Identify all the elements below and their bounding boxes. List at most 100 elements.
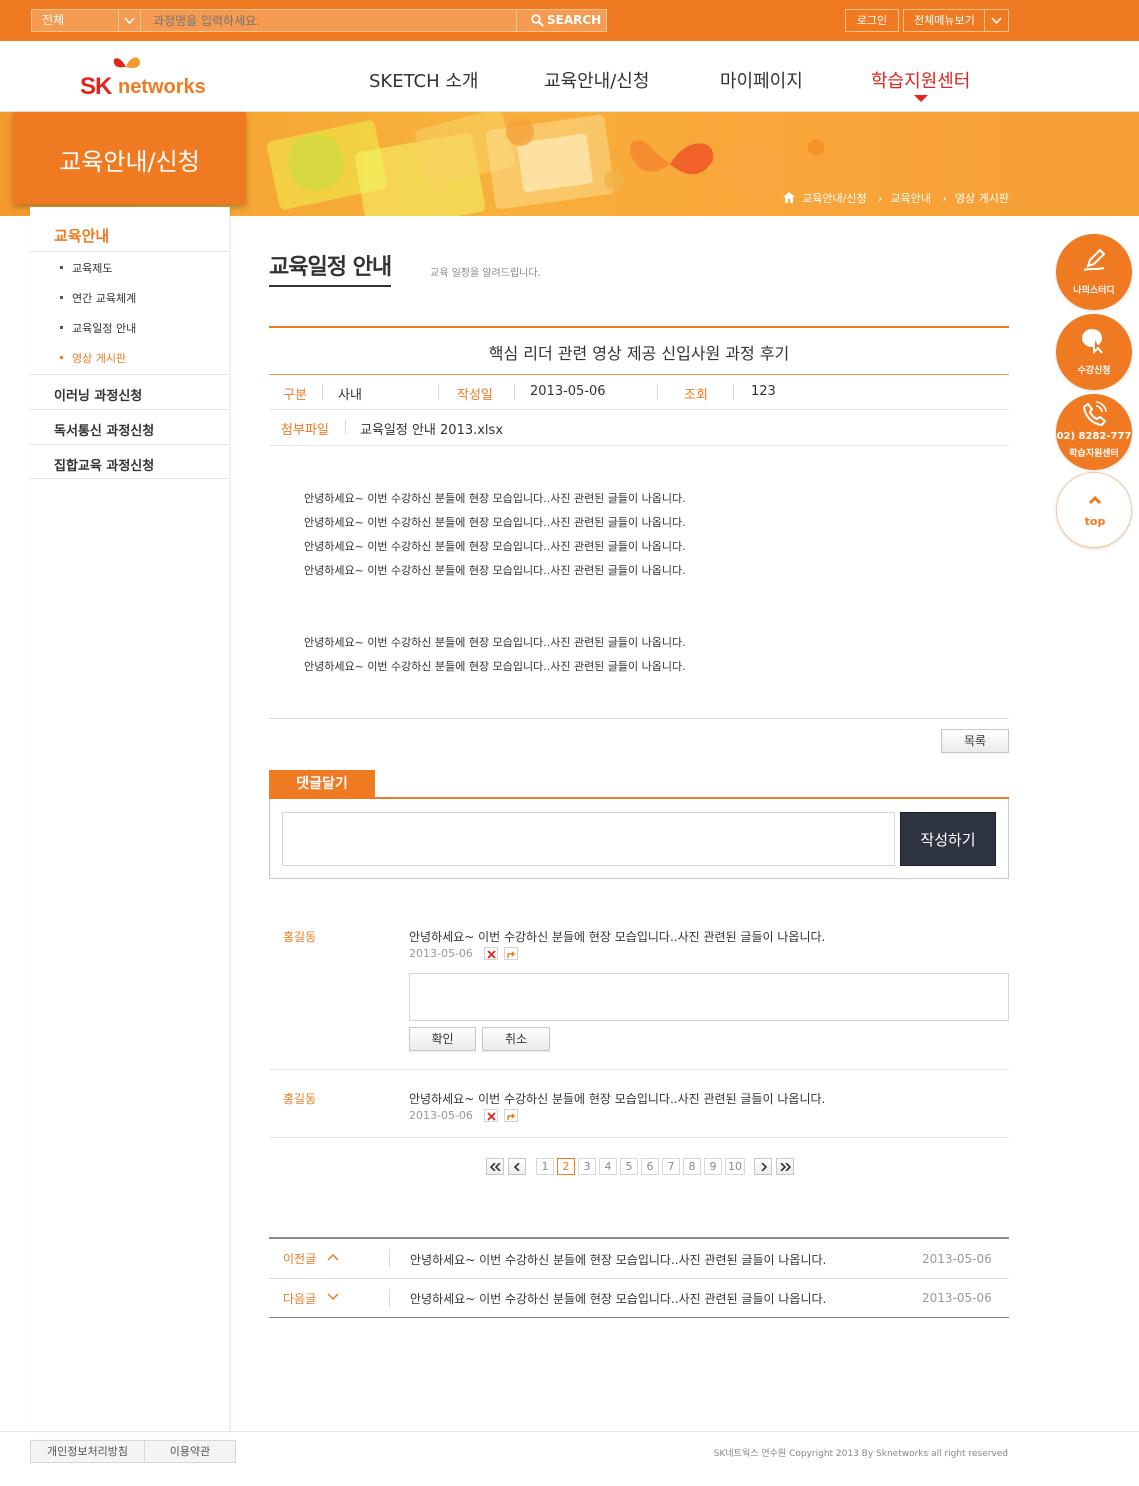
page-link[interactable]: 3 — [578, 1158, 596, 1175]
quick-apply[interactable]: 수강신청 — [1056, 314, 1132, 390]
quick-support-center[interactable]: 02) 8282-777 학습지원센터 — [1056, 394, 1132, 470]
reply-tab[interactable]: 댓글달기 — [269, 770, 375, 798]
next-post-label[interactable]: 다음글 — [283, 1290, 339, 1307]
terms-link[interactable]: 이용약관 — [145, 1440, 236, 1463]
pencil-icon — [1083, 248, 1106, 271]
sidebar-item-reading[interactable]: 독서통신 과정신청 — [30, 409, 230, 444]
sidebar-subitem[interactable]: 교육제도 — [60, 260, 112, 276]
comment-reply-textarea[interactable] — [409, 973, 1009, 1021]
section-title: 교육안내/신청 — [59, 148, 200, 176]
next-post-date: 2013-05-06 — [922, 1291, 992, 1305]
page-link[interactable]: 6 — [641, 1158, 659, 1175]
chevron-down-icon — [984, 10, 1008, 31]
first-page-icon[interactable] — [486, 1158, 504, 1175]
butterfly-logo-icon — [113, 57, 140, 69]
delete-icon[interactable] — [484, 1109, 498, 1122]
adjacent-divider — [389, 1289, 390, 1307]
confirm-button[interactable]: 확인 — [409, 1027, 476, 1051]
sidebar-item-group-education[interactable]: 집합교육 과정신청 — [30, 444, 230, 479]
prev-post-link[interactable]: 안녕하세요~ 이번 수강하신 분들에 현장 모습입니다..사진 관련된 글들이 … — [410, 1251, 826, 1268]
category-value: 사내 — [338, 388, 362, 403]
last-page-icon[interactable] — [776, 1158, 794, 1175]
post-body-line: 안녕하세요~ 이번 수강하신 분들에 현장 모습입니다..사진 관련된 글들이 … — [304, 492, 686, 505]
chevron-up-icon — [1088, 495, 1102, 505]
post-divider — [269, 445, 1009, 446]
reply-icon[interactable] — [504, 1109, 518, 1122]
comment-divider — [269, 1069, 1009, 1070]
page-link[interactable]: 10 — [725, 1158, 745, 1175]
nav-item-learning-center[interactable]: 학습지원센터 — [871, 67, 970, 102]
page-link[interactable]: 8 — [683, 1158, 701, 1175]
quick-my-study-label: 나의스터디 — [1073, 286, 1115, 296]
quick-apply-label: 수강신청 — [1077, 366, 1111, 376]
breadcrumb: 교육안내/신청 › 교육안내 › 영상 게시판 — [782, 190, 1009, 206]
privacy-policy-link[interactable]: 개인정보처리방침 — [30, 1440, 145, 1463]
nav-item-sketch[interactable]: SKETCH 소개 — [369, 67, 479, 93]
chevron-up-icon — [327, 1253, 339, 1261]
post-body-line: 안녕하세요~ 이번 수강하신 분들에 현장 모습입니다..사진 관련된 글들이 … — [304, 660, 686, 673]
delete-icon[interactable] — [484, 947, 498, 960]
chevron-down-icon — [327, 1293, 339, 1301]
page-link[interactable]: 1 — [536, 1158, 554, 1175]
meta-divider — [733, 384, 734, 400]
nav-item-mypage[interactable]: 마이페이지 — [720, 67, 803, 93]
page-link[interactable]: 7 — [662, 1158, 680, 1175]
logo-networks: networks — [118, 76, 206, 98]
page-link-current[interactable]: 2 — [557, 1158, 575, 1175]
list-button[interactable]: 목록 — [941, 729, 1009, 753]
chevron-down-icon[interactable] — [118, 10, 140, 31]
search-scope-value: 전체 — [42, 13, 65, 27]
search-input[interactable] — [141, 9, 517, 32]
copyright: SK네트웍스 연수원 Copyright 2013 By Sknetworks … — [713, 1449, 1008, 1459]
adjacent-divider — [269, 1278, 1009, 1279]
comment-text: 안녕하세요~ 이번 수강하신 분들에 현장 모습입니다..사진 관련된 글들이 … — [409, 1092, 826, 1106]
next-page-icon[interactable] — [754, 1158, 772, 1175]
nav-item-education[interactable]: 교육안내/신청 — [544, 67, 649, 93]
quick-support-label: 학습지원센터 — [1069, 449, 1119, 459]
breadcrumb-item[interactable]: 교육안내/신청 — [802, 192, 866, 205]
home-icon[interactable] — [782, 192, 795, 203]
all-menu-label: 전체메뉴보기 — [914, 14, 975, 27]
post-body-line: 안녕하세요~ 이번 수강하신 분들에 현장 모습입니다..사진 관련된 글들이 … — [304, 540, 686, 553]
prev-post-label-text: 이전글 — [283, 1252, 317, 1266]
sidebar-subitem-active[interactable]: 영상 게시판 — [60, 350, 126, 366]
post-top-divider — [269, 326, 1009, 328]
page-link[interactable]: 9 — [704, 1158, 722, 1175]
post-body-line: 안녕하세요~ 이번 수강하신 분들에 현장 모습입니다..사진 관련된 글들이 … — [304, 516, 686, 529]
section-title-box: 교육안내/신청 — [13, 112, 246, 204]
active-caret-icon — [913, 95, 928, 102]
bullet-icon — [60, 296, 63, 299]
phone-icon — [1082, 401, 1107, 427]
search-button[interactable]: SEARCH — [516, 9, 607, 32]
reply-icon[interactable] — [504, 947, 518, 960]
all-menu-button[interactable]: 전체메뉴보기 — [903, 9, 1009, 32]
prev-page-icon[interactable] — [508, 1158, 526, 1175]
post-body-line: 안녕하세요~ 이번 수강하신 분들에 현장 모습입니다..사진 관련된 글들이 … — [304, 564, 686, 577]
views-label: 조회 — [684, 388, 708, 403]
write-button[interactable]: 작성하기 — [900, 812, 996, 866]
page-link[interactable]: 4 — [599, 1158, 617, 1175]
sidebar-item-elearning[interactable]: 이러닝 과정신청 — [30, 374, 230, 409]
sidebar-subitem[interactable]: 교육일정 안내 — [60, 320, 136, 336]
reply-textarea[interactable] — [282, 812, 895, 866]
post-bottom-divider — [269, 718, 1009, 719]
sidebar-heading[interactable]: 교육안내 — [30, 207, 230, 252]
quick-my-study[interactable]: 나의스터디 — [1056, 234, 1132, 310]
date-value: 2013-05-06 — [530, 384, 606, 399]
prev-post-label[interactable]: 이전글 — [283, 1250, 339, 1267]
breadcrumb-item[interactable]: 교육안내 — [891, 192, 931, 205]
adjacent-divider — [389, 1249, 390, 1267]
attachment-file-link[interactable]: 교육일정 안내 2013.xlsx — [360, 419, 503, 438]
meta-divider — [322, 384, 323, 400]
next-post-link[interactable]: 안녕하세요~ 이번 수강하신 분들에 현장 모습입니다..사진 관련된 글들이 … — [410, 1290, 826, 1307]
comment-date: 2013-05-06 — [409, 1109, 473, 1122]
scroll-top-button[interactable]: top — [1056, 472, 1132, 548]
breadcrumb-item[interactable]: 영상 게시판 — [955, 192, 1009, 205]
search-scope-select[interactable]: 전체 — [31, 9, 141, 32]
login-button[interactable]: 로그인 — [845, 9, 899, 32]
meta-divider — [514, 384, 515, 400]
page-link[interactable]: 5 — [620, 1158, 638, 1175]
cancel-button[interactable]: 취소 — [482, 1027, 550, 1051]
sidebar-subitem[interactable]: 연간 교육체계 — [60, 290, 136, 306]
logo[interactable]: SK networks — [80, 51, 210, 101]
